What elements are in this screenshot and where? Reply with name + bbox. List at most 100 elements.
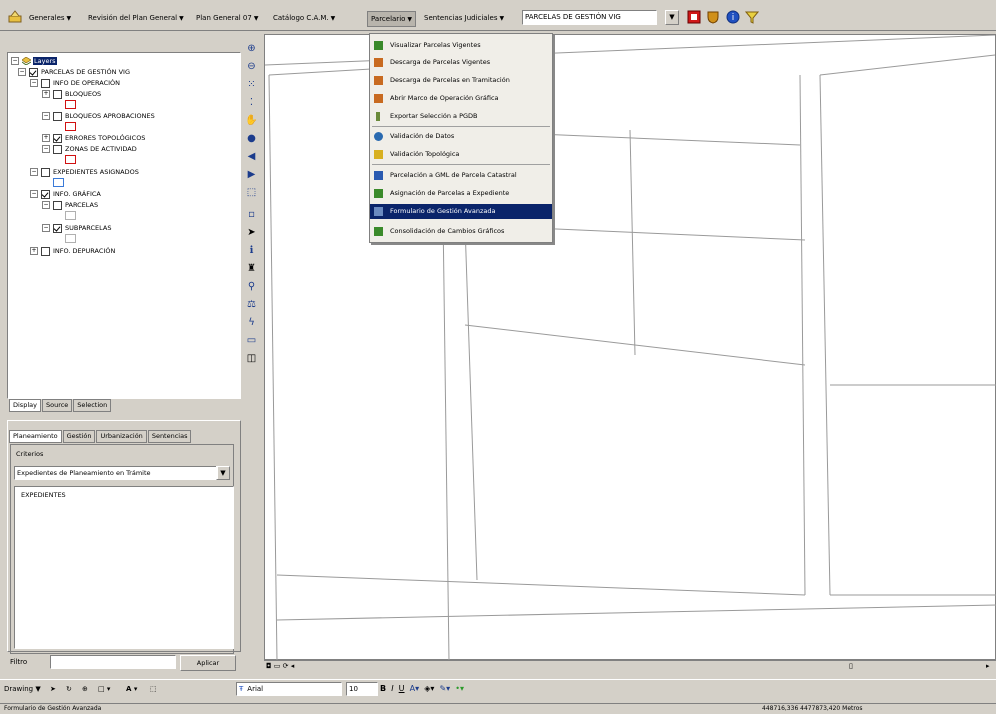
full-extent-icon[interactable]: ● xyxy=(245,132,258,145)
forward-extent-icon[interactable]: ▶ xyxy=(245,168,258,181)
bold-button[interactable]: B xyxy=(380,684,386,693)
scroll-thumb[interactable]: ▯ xyxy=(849,662,853,670)
scroll-right-icon[interactable]: ▸ xyxy=(986,662,990,670)
map-view-buttons[interactable]: ◘ ▭ ⟳ ◂ xyxy=(266,662,294,670)
funnel-icon[interactable] xyxy=(745,10,759,24)
tab-display[interactable]: Display xyxy=(9,399,41,412)
tab-gestion[interactable]: Gestión xyxy=(62,430,96,443)
drawing-menu[interactable]: Drawing ▼ xyxy=(4,685,41,693)
menu-separator xyxy=(372,126,550,127)
tab-selection[interactable]: Selection xyxy=(73,399,112,412)
status-bar: Formulario de Gestión Avanzada 448716,33… xyxy=(0,703,996,713)
menu-item-exportar-pgdb[interactable]: Exportar Selección a PGDB xyxy=(370,109,552,124)
zoom-out-icon[interactable]: ⊖ xyxy=(245,60,258,73)
aplicar-button[interactable]: Aplicar xyxy=(180,655,236,671)
layer-bloqueos-aprobaciones[interactable]: − BLOQUEOS APROBACIONES xyxy=(42,111,155,121)
rectangle-tool-icon[interactable]: □ ▾ xyxy=(98,685,110,693)
pointer-icon[interactable]: ➤ xyxy=(245,226,258,239)
layer-expedientes-asignados[interactable]: − EXPEDIENTES ASIGNADOS xyxy=(30,167,139,177)
layer-zonas-actividad[interactable]: − ZONAS DE ACTIVIDAD xyxy=(42,144,137,154)
stop-icon[interactable] xyxy=(687,10,701,24)
menu-catalogo-cam[interactable]: Catálogo C.A.M. ▼ xyxy=(270,11,338,25)
go-to-xy-icon[interactable]: ⚲ xyxy=(245,280,258,293)
map-scrollbar[interactable]: ◘ ▭ ⟳ ◂ ▯ ▸ xyxy=(264,660,996,672)
chevron-down-icon[interactable]: ▼ xyxy=(216,466,230,480)
filtro-label: Filtro xyxy=(10,658,28,666)
rotate-icon[interactable]: ↻ xyxy=(66,685,72,693)
line-color-icon[interactable]: ✎▾ xyxy=(439,684,450,693)
layers-root[interactable]: − Layers xyxy=(11,56,57,66)
pan-icon[interactable]: ✋ xyxy=(245,114,258,127)
swatch-parcelas xyxy=(65,211,76,220)
hyperlink-icon[interactable]: ϟ xyxy=(245,316,258,329)
menu-item-asignacion-parcelas[interactable]: Asignación de Parcelas a Expediente xyxy=(370,186,552,201)
layer-parcelas-gestion[interactable]: − PARCELAS DE GESTIÓN VIG xyxy=(18,67,130,77)
layer-info-grafica[interactable]: − INFO. GRÁFICA xyxy=(30,189,101,199)
menu-item-validacion-topologica[interactable]: Validación Topológica xyxy=(370,147,552,162)
measure-icon[interactable]: ⚖ xyxy=(245,298,258,311)
menu-item-visualizar-parcelas[interactable]: Visualizar Parcelas Vigentes xyxy=(370,38,552,53)
menu-revision-plan-general[interactable]: Revisión del Plan General ▼ xyxy=(85,11,187,25)
layer-parcelas[interactable]: − PARCELAS xyxy=(42,200,98,210)
layer-info-operacion[interactable]: − INFO DE OPERACIÓN xyxy=(30,78,120,88)
layer-info-depuracion[interactable]: + INFO. DEPURACIÓN xyxy=(30,246,115,256)
layout-icon[interactable]: ◫ xyxy=(245,352,258,365)
swatch-subparcelas xyxy=(65,234,76,243)
tools-strip: ⊕ ⊖ ⁙ ⁚ ✋ ● ◀ ▶ ⬚ ▫ ➤ ℹ ♜ ⚲ ⚖ ϟ ▭ ◫ xyxy=(242,38,262,368)
menu-item-descarga-tramitacion[interactable]: Descarga de Parcelas en Tramitación xyxy=(370,73,552,88)
menu-plan-general-07[interactable]: Plan General 07 ▼ xyxy=(193,11,261,25)
expedientes-list[interactable]: EXPEDIENTES xyxy=(14,486,234,649)
download-icon xyxy=(374,76,383,85)
font-size-select[interactable]: 10 xyxy=(346,682,378,696)
identify-icon[interactable]: ℹ xyxy=(245,244,258,257)
back-extent-icon[interactable]: ◀ xyxy=(245,150,258,163)
help-icon[interactable]: i xyxy=(726,10,740,24)
layer-bloqueos[interactable]: + BLOQUEOS xyxy=(42,89,101,99)
tab-sentencias[interactable]: Sentencias xyxy=(147,430,192,443)
underline-button[interactable]: U xyxy=(399,684,405,693)
layer-subparcelas[interactable]: − SUBPARCELAS xyxy=(42,223,111,233)
edit-vertices-icon[interactable]: ⬚ xyxy=(150,685,157,693)
tab-source[interactable]: Source xyxy=(41,399,73,412)
criterios-select[interactable]: Expedientes de Planeamiento en Trámite xyxy=(14,466,218,480)
marker-color-icon[interactable]: •▾ xyxy=(455,684,464,693)
consolidate-icon xyxy=(374,227,383,236)
italic-button[interactable]: I xyxy=(391,684,393,693)
layer-combo[interactable]: PARCELAS DE GESTIÓN VIG xyxy=(522,10,657,25)
expedientes-header: EXPEDIENTES xyxy=(21,491,66,499)
fixed-zoom-out-icon[interactable]: ⁚ xyxy=(245,96,258,109)
menu-item-validacion-datos[interactable]: Validación de Datos xyxy=(370,129,552,144)
font-name-select[interactable]: Ŧ Arial xyxy=(236,682,342,696)
tab-planeamiento[interactable]: Planeamiento xyxy=(9,430,62,443)
topology-icon xyxy=(374,150,383,159)
select-features-icon[interactable]: ⬚ xyxy=(245,186,258,199)
find-icon[interactable]: ♜ xyxy=(245,262,258,275)
menu-item-abrir-marco[interactable]: Abrir Marco de Operación Gráfica xyxy=(370,91,552,106)
filtro-input[interactable] xyxy=(50,655,176,669)
menu-parcelario[interactable]: Parcelario ▼ xyxy=(367,11,417,27)
view-icon xyxy=(374,41,383,50)
zoom-in-icon[interactable]: ⊕ xyxy=(245,42,258,55)
menu-item-parcelacion-gml[interactable]: Parcelación a GML de Parcela Catastral xyxy=(370,168,552,183)
text-tool-icon[interactable]: A ▾ xyxy=(126,685,137,693)
select-pointer-icon[interactable]: ➤ xyxy=(50,685,56,693)
chevron-down-icon[interactable]: ▼ xyxy=(665,10,679,25)
globe-icon xyxy=(374,132,383,141)
pencil-icon[interactable] xyxy=(8,10,22,24)
fixed-zoom-in-icon[interactable]: ⁙ xyxy=(245,78,258,91)
select-elements-icon[interactable]: ▫ xyxy=(245,208,258,221)
menu-item-consolidacion-cambios[interactable]: Consolidación de Cambios Gráficos xyxy=(370,224,552,239)
shield-icon[interactable] xyxy=(706,10,720,24)
menu-item-formulario-gestion-avanzada[interactable]: Formulario de Gestión Avanzada xyxy=(370,204,552,219)
gml-icon xyxy=(374,171,383,180)
layer-errores-topologicos[interactable]: + ERRORES TOPOLÓGICOS xyxy=(42,133,145,143)
font-color-icon[interactable]: A▾ xyxy=(410,684,420,693)
tab-urbanizacion[interactable]: Urbanización xyxy=(96,430,147,443)
html-popup-icon[interactable]: ▭ xyxy=(245,334,258,347)
frame-icon xyxy=(374,94,383,103)
menu-generales[interactable]: Generales ▼ xyxy=(26,11,74,25)
menu-item-descarga-vigentes[interactable]: Descarga de Parcelas Vigentes xyxy=(370,55,552,70)
menu-sentencias-judiciales[interactable]: Sentencias Judiciales ▼ xyxy=(421,11,507,25)
zoom-selected-icon[interactable]: ⊕ xyxy=(82,685,88,693)
fill-color-icon[interactable]: ◈▾ xyxy=(424,684,434,693)
